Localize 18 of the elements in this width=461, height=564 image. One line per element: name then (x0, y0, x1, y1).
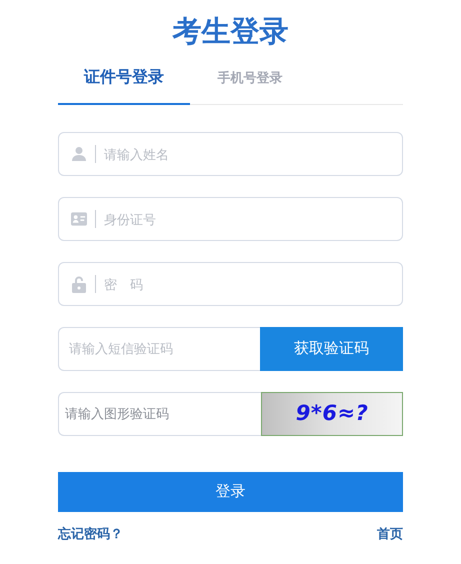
lock-icon (72, 276, 86, 292)
sms-code-field[interactable]: 请输入短信验证码 (58, 327, 260, 371)
user-icon (71, 146, 87, 162)
id-card-icon (71, 212, 87, 226)
text-field[interactable]: 请输入姓名 (58, 132, 403, 176)
text-field[interactable]: 密 码 (58, 262, 403, 306)
page-title: 考生登录 (172, 15, 288, 50)
input-field[interactable]: 密 码 (104, 263, 402, 305)
get-code-button[interactable]: 获取验证码 (260, 327, 403, 371)
tab[interactable]: 证件号登录 (58, 66, 190, 105)
forgot-password-link[interactable]: 忘记密码？ (58, 524, 123, 544)
home-link[interactable]: 首页 (377, 524, 403, 544)
login-button[interactable]: 登录 (58, 472, 403, 512)
captcha-image[interactable]: 9*6≈? (261, 392, 403, 436)
input-field[interactable]: 请输入姓名 (104, 133, 402, 175)
text-field[interactable]: 身份证号 (58, 197, 403, 241)
captcha-field[interactable]: 请输入图形验证码 (58, 392, 261, 436)
input-field[interactable]: 身份证号 (104, 198, 402, 240)
